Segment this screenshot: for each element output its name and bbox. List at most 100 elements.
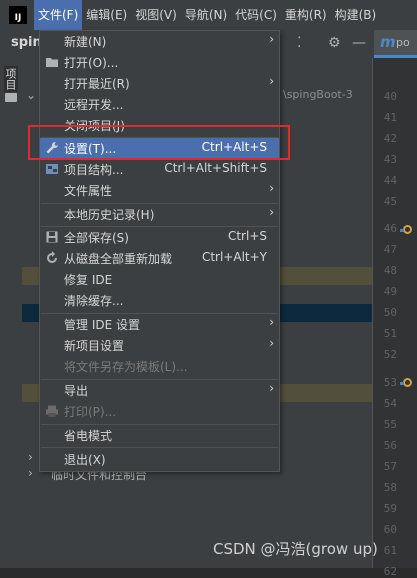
menu-edit[interactable]: 编辑(E)	[82, 0, 131, 30]
menu-item-open-recent[interactable]: 打开最近(R) ›	[40, 73, 279, 94]
menu-item-label: 新项目设置	[64, 339, 125, 353]
folder-open-icon	[46, 58, 58, 67]
line-number: 56	[383, 439, 397, 452]
menu-item-new-project-settings[interactable]: 新项目设置 ›	[40, 335, 279, 356]
submenu-arrow-icon: ›	[269, 381, 274, 395]
menu-item-reload-from-disk[interactable]: 从磁盘全部重新加载 Ctrl+Alt+Y	[40, 248, 279, 269]
menu-item-label: 打印(P)...	[64, 405, 117, 419]
menu-item-manage-ide-settings[interactable]: 管理 IDE 设置 ›	[40, 314, 279, 335]
menu-item-save-as-template: 将文件另存为模板(L)...	[40, 356, 279, 377]
menu-item-label: 省电模式	[64, 429, 113, 443]
menu-item-label: 管理 IDE 设置	[64, 318, 140, 332]
printer-icon	[46, 405, 58, 417]
line-number: 57	[383, 460, 397, 473]
save-icon	[46, 231, 58, 243]
line-number: 40	[383, 90, 397, 103]
menu-item-invalidate-caches[interactable]: 清除缓存...	[40, 290, 279, 311]
line-number: 44	[383, 174, 397, 187]
menu-item-label: 远程开发...	[64, 98, 124, 112]
menu-refactor[interactable]: 重构(R)	[281, 0, 331, 30]
line-number: 41	[383, 111, 397, 124]
shortcut-label: Ctrl+S	[227, 229, 267, 243]
submenu-arrow-icon: ›	[269, 74, 274, 88]
reload-icon	[47, 251, 57, 263]
menu-item-label: 导出	[64, 384, 89, 398]
submenu-arrow-icon: ›	[269, 315, 274, 329]
menu-bar: IJ 文件(F) 编辑(E) 视图(V) 导航(N) 代码(C) 重构(R) 构…	[0, 0, 417, 30]
menu-item-label: 全部保存(S)	[64, 231, 129, 245]
collapse-icon[interactable]: ⁚	[297, 35, 301, 51]
menu-item-label: 项目结构...	[64, 163, 124, 177]
project-tool-tab[interactable]: 项目	[4, 66, 18, 92]
line-number: 58	[383, 481, 397, 494]
editor-tab[interactable]: m po	[374, 30, 417, 58]
line-number: 54	[383, 397, 397, 410]
watermark: CSDN @冯浩(grow up)	[213, 540, 378, 558]
maven-file-icon: m	[380, 33, 396, 51]
menu-item-power-save-mode[interactable]: 省电模式	[40, 425, 279, 446]
chevron-down-icon[interactable]: ⌄	[26, 88, 36, 102]
line-number: 62	[383, 565, 397, 578]
menu-item-local-history[interactable]: 本地历史记录(H) ›	[40, 204, 279, 225]
submenu-arrow-icon: ›	[269, 205, 274, 219]
project-path: \spingBoot-3	[283, 88, 353, 101]
line-number: 59	[383, 502, 397, 515]
submenu-arrow-icon: ›	[269, 32, 274, 46]
menu-item-export[interactable]: 导出 ›	[40, 380, 279, 401]
menu-item-save-all[interactable]: 全部保存(S) Ctrl+S	[40, 227, 279, 248]
menu-separator	[41, 447, 278, 448]
line-number: 55	[383, 418, 397, 431]
menu-item-label: 新建(N)	[64, 35, 107, 49]
line-number: 53	[383, 376, 397, 389]
menu-item-print: 打印(P)...	[40, 401, 279, 422]
shortcut-label: Ctrl+Alt+Y	[201, 250, 267, 264]
folder-icon	[5, 93, 17, 102]
menu-item-exit[interactable]: 退出(X)	[40, 449, 279, 470]
line-number: 51	[383, 327, 397, 340]
line-number: 45	[383, 195, 397, 208]
override-marker-icon[interactable]	[400, 225, 412, 234]
menu-item-repair-ide[interactable]: 修复 IDE	[40, 269, 279, 290]
menu-item-label: 退出(X)	[64, 453, 106, 467]
menu-view[interactable]: 视图(V)	[131, 0, 181, 30]
menu-item-label: 本地历史记录(H)	[64, 208, 155, 222]
menu-item-label: 打开(O)...	[64, 56, 119, 70]
line-number: 50	[383, 306, 397, 319]
menu-item-new[interactable]: 新建(N) ›	[40, 31, 279, 52]
minimize-icon[interactable]: —	[352, 35, 366, 51]
line-number: 46	[383, 222, 397, 235]
line-number: 47	[383, 243, 397, 256]
menu-item-remote-dev[interactable]: 远程开发...	[40, 94, 279, 115]
chevron-right-icon[interactable]: ›	[28, 450, 33, 464]
menu-code[interactable]: 代码(C)	[231, 0, 281, 30]
file-menu-dropdown: 新建(N) › 打开(O)... 打开最近(R) › 远程开发... 关闭项目(…	[39, 30, 280, 472]
editor-tab-label: po	[396, 36, 410, 49]
override-marker-icon[interactable]	[400, 378, 412, 387]
line-number: 52	[383, 348, 397, 361]
line-number: 60	[383, 523, 397, 536]
line-number: 43	[383, 153, 397, 166]
line-number: 61	[383, 544, 397, 557]
line-number: 42	[383, 132, 397, 145]
highlight-annotation-box	[28, 125, 290, 160]
gear-icon[interactable]: ⚙	[328, 35, 341, 51]
menu-item-open[interactable]: 打开(O)...	[40, 52, 279, 73]
menu-item-file-properties[interactable]: 文件属性 ›	[40, 180, 279, 201]
menu-file[interactable]: 文件(F)	[34, 0, 83, 30]
menu-navigate[interactable]: 导航(N)	[181, 0, 231, 30]
menu-item-project-structure[interactable]: 项目结构... Ctrl+Alt+Shift+S	[40, 159, 279, 180]
chevron-right-icon[interactable]: ›	[28, 466, 33, 480]
project-structure-icon	[46, 164, 58, 174]
menu-build[interactable]: 构建(B)	[331, 0, 381, 30]
menu-item-label: 从磁盘全部重新加载	[64, 252, 173, 266]
tool-window-strip: 项目	[0, 58, 23, 568]
submenu-arrow-icon: ›	[269, 181, 274, 195]
submenu-arrow-icon: ›	[269, 336, 274, 350]
menu-item-label: 修复 IDE	[64, 273, 113, 287]
menu-item-label: 文件属性	[64, 184, 113, 198]
editor-gutter: 40 41 42 43 44 45 46 47 48 49 50 51 52 5…	[372, 58, 417, 578]
intellij-logo-icon[interactable]: IJ	[9, 6, 27, 24]
shortcut-label: Ctrl+Alt+Shift+S	[164, 161, 267, 175]
line-number: 48	[383, 264, 397, 277]
menu-item-label: 清除缓存...	[64, 294, 124, 308]
